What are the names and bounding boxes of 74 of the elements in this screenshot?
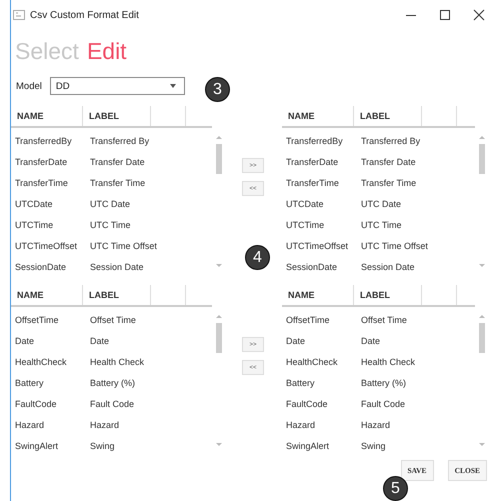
table-cell-text: SwingAlert — [285, 440, 330, 450]
table-cell-text: UTCDate — [285, 198, 325, 208]
table-cell-text: Transferred By — [89, 136, 150, 146]
model-dropdown[interactable]: DD — [50, 77, 185, 95]
table-cell-text: UTCTime — [285, 220, 326, 230]
table-cell-text: Transfer Date — [360, 156, 416, 166]
column-header[interactable]: LABEL — [83, 285, 151, 305]
table-cell-text: FaultCode — [285, 398, 329, 408]
table-cell-text: TransferredBy — [14, 136, 73, 146]
table-cell-text: OffsetTime — [285, 314, 331, 324]
column-header[interactable]: NAME — [282, 285, 354, 305]
table-cell-text: UTCTime — [14, 220, 54, 230]
table-cell-text: SessionDate — [14, 262, 68, 272]
table-cell-text: Offset Time — [89, 314, 136, 324]
table-cell-text: Transfer Time — [360, 178, 416, 188]
column-header[interactable]: NAME — [11, 106, 83, 126]
column-header[interactable]: NAME — [11, 285, 83, 305]
table-cell-text: UTCDate — [14, 198, 54, 208]
table-cell-text: SessionDate — [285, 262, 338, 272]
table-cell-text: Health Check — [360, 356, 416, 366]
column-header[interactable]: LABEL — [354, 285, 422, 305]
table-cell-text: Swing — [89, 440, 115, 450]
maximize-icon[interactable] — [439, 9, 451, 21]
table-cell-text: Transfer Time — [89, 178, 146, 188]
table-cell-text: Battery — [285, 378, 316, 388]
caret-icon — [170, 84, 176, 88]
table-cell-text: OffsetTime — [14, 314, 60, 324]
table-cell-text: Date — [360, 336, 380, 346]
step-number-badge: 4 — [245, 245, 270, 270]
table-cell-text: Hazard — [285, 420, 316, 430]
table-cell-text: Battery (%) — [360, 378, 406, 388]
close-icon[interactable] — [473, 9, 485, 21]
table-cell-text: UTC Date — [89, 198, 130, 208]
app-icon — [13, 10, 25, 20]
table-cell-text: Offset Time — [360, 314, 407, 324]
table-cell-text: UTC Time — [360, 220, 402, 230]
table-cell-text: TransferredBy — [285, 136, 344, 146]
model-label: Model — [16, 80, 42, 92]
table-cell-text: UTC Time — [89, 220, 130, 230]
table-cell-text: Session Date — [89, 262, 144, 272]
table-cell-text: Date — [285, 336, 306, 346]
window-title: Csv Custom Format Edit — [30, 10, 139, 20]
column-header[interactable]: LABEL — [83, 106, 151, 126]
table-cell-text: TransferDate — [285, 156, 340, 166]
table-cell-text: Transferred By — [360, 136, 420, 146]
table-cell-text: HealthCheck — [14, 356, 68, 366]
table-cell-text: Session Date — [360, 262, 415, 272]
column-header[interactable]: LABEL — [354, 106, 422, 126]
table-cell-text: Date — [14, 336, 36, 346]
table-cell-text: TransferDate — [14, 156, 68, 166]
table-cell-text: FaultCode — [14, 398, 58, 408]
table-cell-text: Health Check — [89, 356, 144, 366]
table-cell-text: Hazard — [89, 420, 120, 430]
table-cell-text: UTCTimeOffset — [14, 240, 78, 250]
table-cell-text: Hazard — [14, 420, 46, 430]
table-cell-text: UTCTimeOffset — [285, 240, 350, 250]
table-cell-text: UTC Time Offset — [89, 240, 157, 250]
table-cell-text: UTC Time Offset — [360, 240, 428, 250]
table-cell-text: Battery — [14, 378, 45, 388]
table-cell-text: Battery (%) — [89, 378, 136, 388]
column-header[interactable]: NAME — [282, 106, 354, 126]
table-cell-text: SwingAlert — [14, 440, 60, 450]
table-cell-text: Swing — [360, 440, 386, 450]
table-cell-text: Transfer Date — [89, 156, 145, 166]
table-cell-text: HealthCheck — [285, 356, 339, 366]
table-cell-text: TransferTime — [14, 178, 69, 188]
table-cell-text: Hazard — [360, 420, 390, 430]
table-cell-text: Fault Code — [89, 398, 134, 408]
step-number-badge: 3 — [205, 77, 230, 102]
table-cell-text: Fault Code — [360, 398, 406, 408]
step-number-badge: 5 — [383, 476, 408, 501]
table-cell-text: UTC Date — [360, 198, 402, 208]
table-cell-text: Date — [89, 336, 110, 346]
table-cell-text: TransferTime — [285, 178, 340, 188]
